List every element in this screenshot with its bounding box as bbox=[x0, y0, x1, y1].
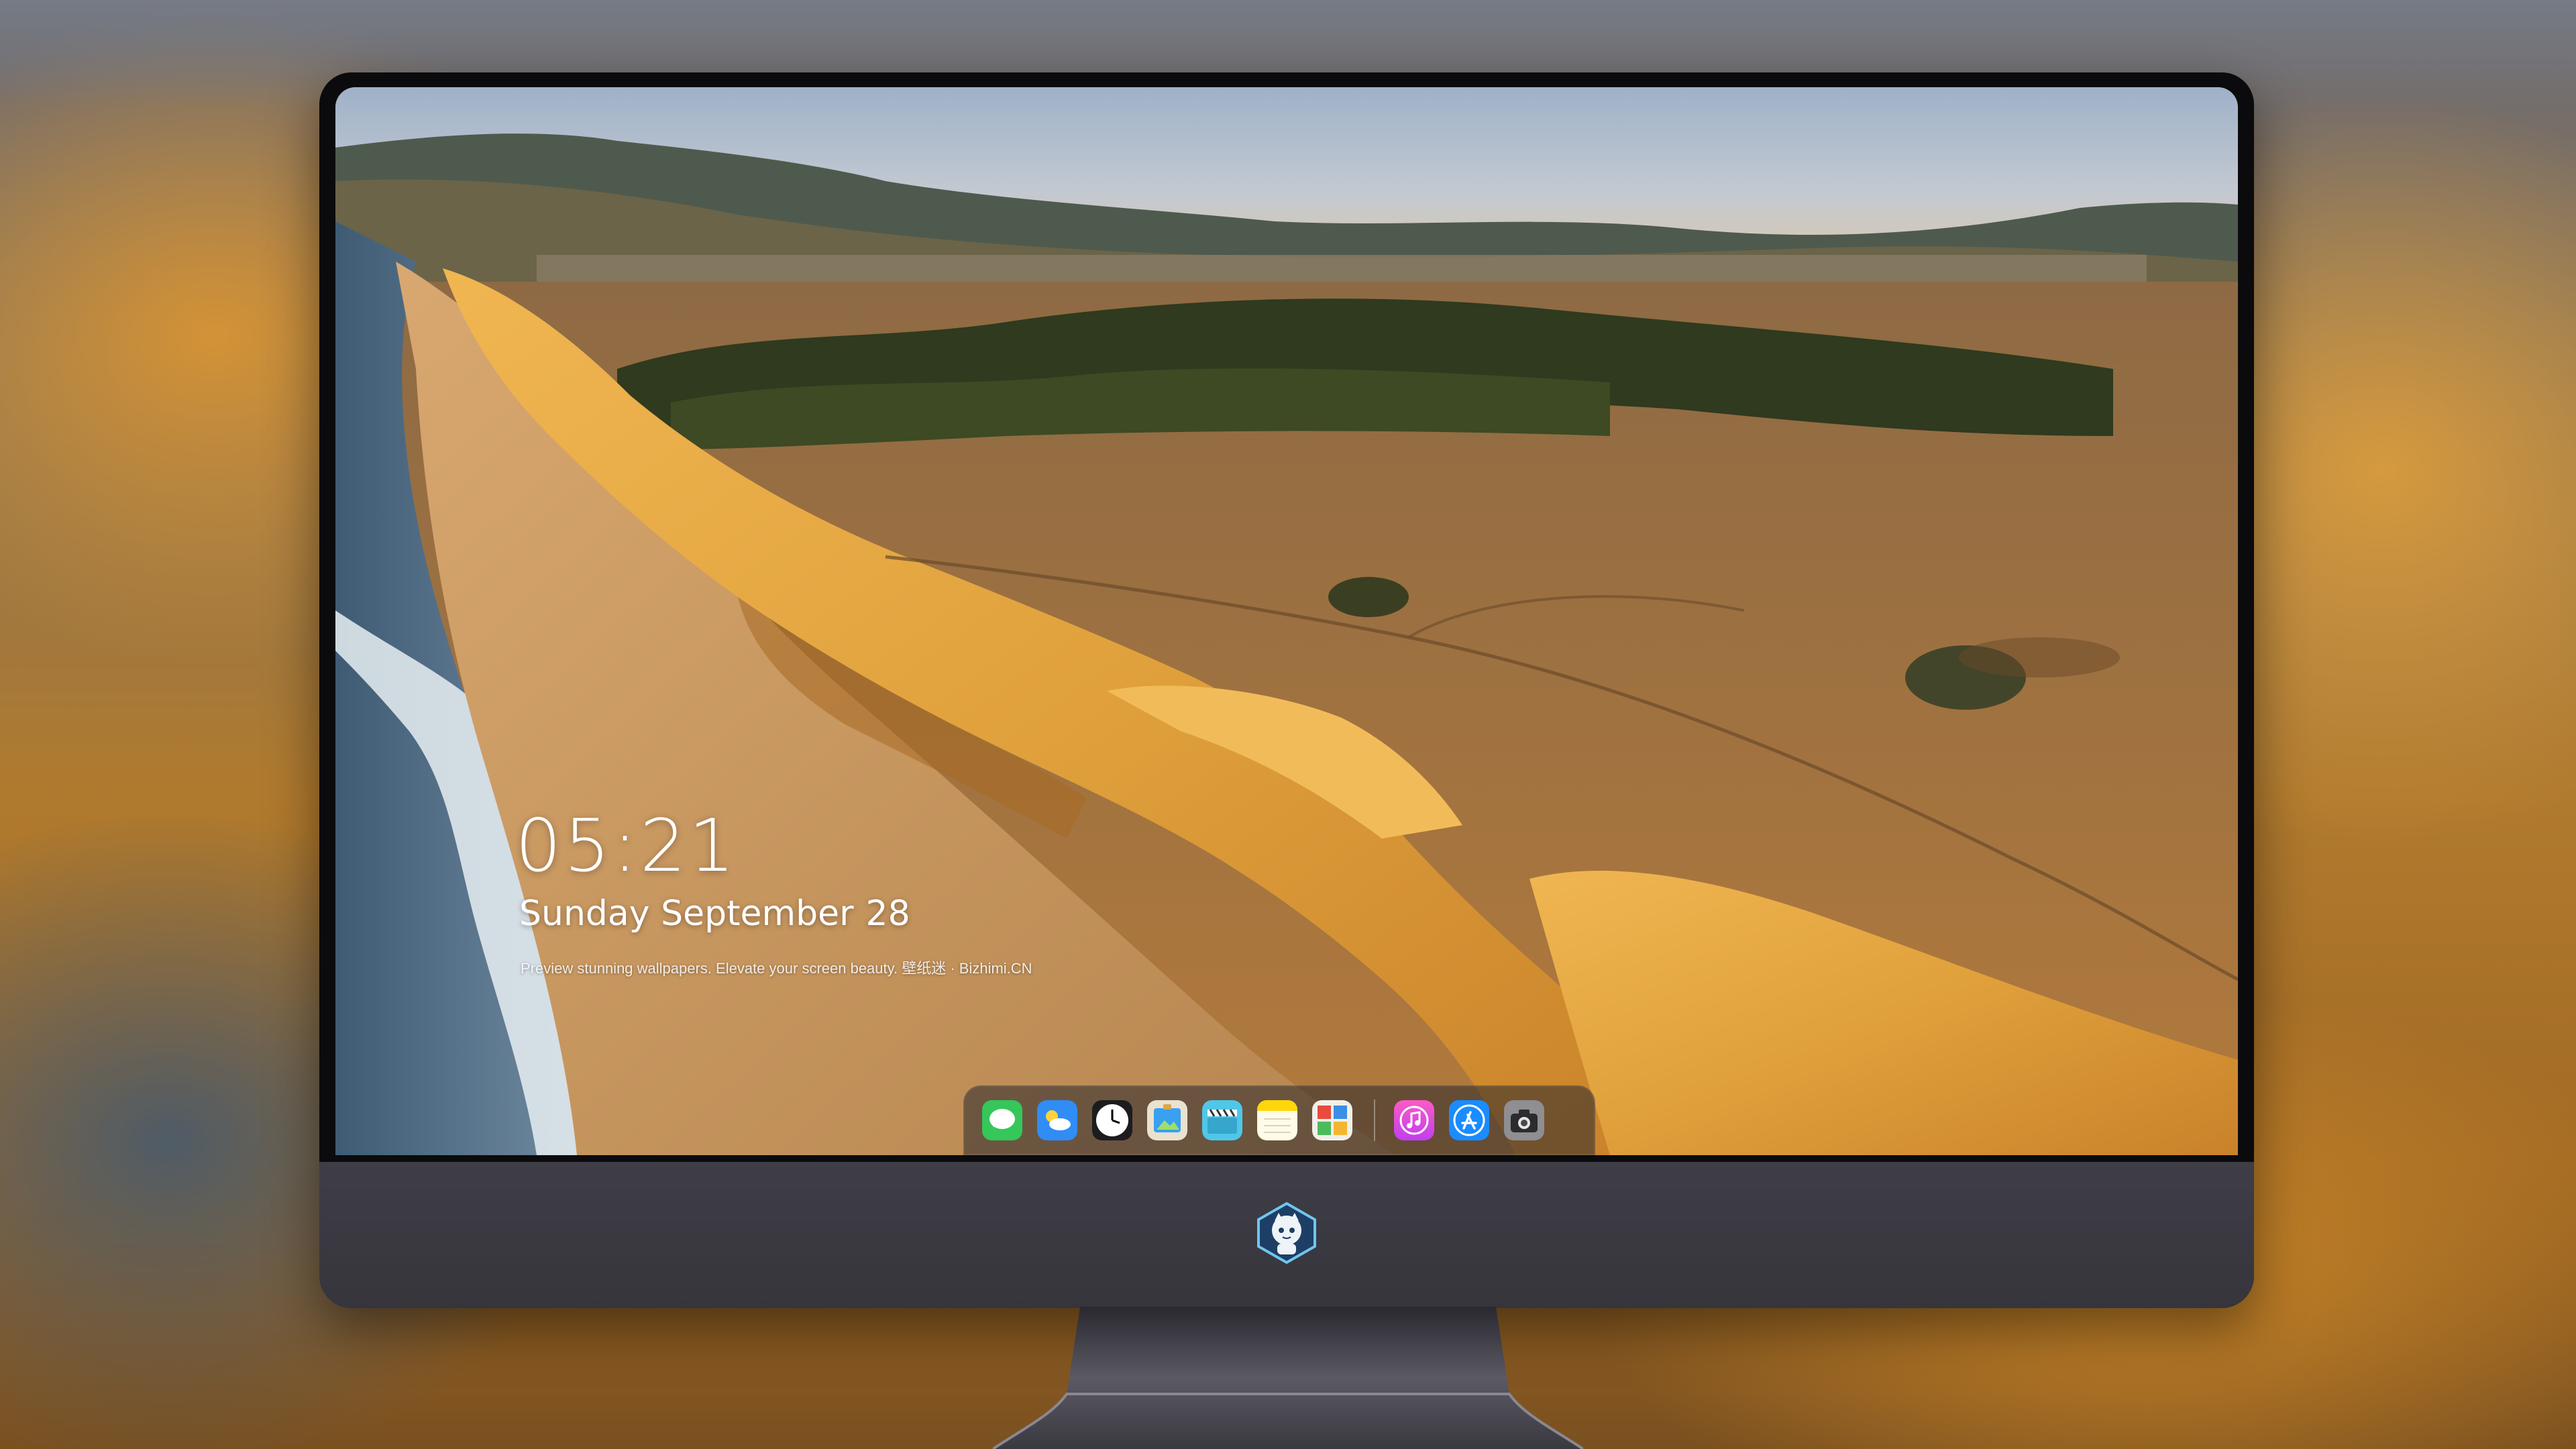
imac-monitor: 05:21 Sunday September 28 Preview stunnin… bbox=[319, 72, 2254, 1308]
preview-icon[interactable] bbox=[1147, 1100, 1187, 1140]
monitor-stand bbox=[993, 1307, 1583, 1449]
wallpaper-caption: Preview stunning wallpapers. Elevate you… bbox=[521, 960, 1032, 977]
coastal-cliff-wallpaper bbox=[335, 87, 2238, 1155]
messages-icon[interactable] bbox=[982, 1100, 1022, 1140]
date-day: 28 bbox=[865, 894, 910, 934]
lock-screen-time: 05:21 bbox=[515, 804, 738, 888]
lock-screen-date: Sunday September 28 bbox=[519, 896, 910, 931]
dock-separator bbox=[1374, 1099, 1375, 1141]
clips-icon[interactable] bbox=[1202, 1100, 1242, 1140]
date-weekday-month: Sunday September bbox=[519, 894, 854, 934]
clock-icon[interactable] bbox=[1092, 1100, 1132, 1140]
mascot-logo-icon bbox=[1257, 1201, 1316, 1265]
camera-icon[interactable] bbox=[1504, 1100, 1544, 1140]
screen-bezel: 05:21 Sunday September 28 Preview stunnin… bbox=[319, 72, 2254, 1162]
app-store-icon[interactable] bbox=[1449, 1100, 1489, 1140]
weather-icon[interactable] bbox=[1037, 1100, 1077, 1140]
lock-screen[interactable]: 05:21 Sunday September 28 Preview stunnin… bbox=[335, 87, 2238, 1155]
photo-booth-icon[interactable] bbox=[1312, 1100, 1352, 1140]
notes-icon[interactable] bbox=[1257, 1100, 1297, 1140]
dock bbox=[963, 1085, 1595, 1155]
monitor-chin bbox=[319, 1162, 2254, 1308]
music-icon[interactable] bbox=[1394, 1100, 1434, 1140]
